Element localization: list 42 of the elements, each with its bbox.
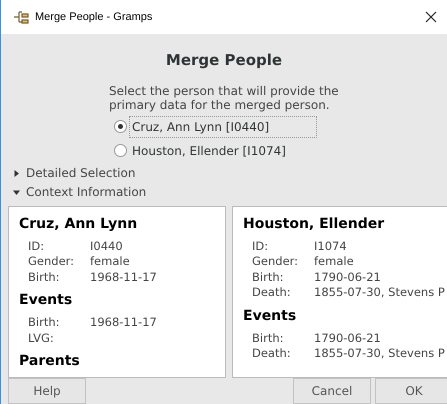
fact-value: 1968-11-17 (90, 270, 158, 285)
fact-label: Birth: (28, 270, 60, 285)
radio-label[interactable]: Houston, Ellender [I1074] (129, 140, 289, 160)
fact-value: female (314, 254, 355, 270)
cancel-button[interactable]: Cancel (293, 378, 371, 404)
section-heading: Events (19, 291, 74, 309)
radio-button[interactable] (114, 120, 127, 133)
fact-label: ID: (28, 238, 46, 254)
fact-label: Gender: (28, 254, 76, 270)
expander-label[interactable]: Context Information (26, 183, 146, 201)
fact-value: 1855-07-30, Stevens P (314, 346, 446, 362)
help-button[interactable]: Help (8, 378, 86, 404)
fact-value: 1968-11-17 (90, 315, 158, 330)
fact-value: 1790-06-21 (314, 270, 382, 285)
fact-label: ID: (252, 238, 270, 254)
fact-value: I0440 (90, 238, 124, 254)
fact-value: 1790-06-21 (314, 330, 382, 346)
ok-button[interactable]: OK (375, 378, 447, 404)
person-name: Houston, Ellender (243, 214, 386, 232)
fact-value: female (90, 254, 131, 270)
radio-button[interactable] (114, 144, 127, 157)
expander-label[interactable]: Detailed Selection (26, 164, 136, 182)
fact-label: Death: (252, 346, 292, 362)
fact-value: I1074 (314, 238, 348, 254)
radio-label[interactable]: Cruz, Ann Lynn [I0440] (129, 116, 317, 138)
fact-label: Death: (252, 285, 292, 300)
section-heading: Parents (19, 352, 81, 370)
fact-value: 1855-07-30, Stevens P (314, 285, 446, 300)
close-icon[interactable] (425, 11, 437, 23)
person-name: Cruz, Ann Lynn (19, 214, 138, 232)
caret-down-icon[interactable] (13, 188, 20, 196)
section-heading: Events (243, 306, 298, 324)
fact-label: Birth: (28, 315, 60, 330)
fact-label: Gender: (252, 254, 300, 270)
caret-right-icon[interactable] (13, 170, 20, 176)
fact-label: LVG: (28, 330, 55, 346)
dialog-heading: Merge People (166, 50, 282, 71)
window-title: Merge People - Gramps (35, 10, 152, 25)
instruction-text: Select the person that will provide the primary data for the merged person. (109, 84, 339, 112)
fact-label: Birth: (252, 270, 284, 285)
fact-label: Birth: (252, 330, 284, 346)
app-icon (13, 10, 29, 24)
